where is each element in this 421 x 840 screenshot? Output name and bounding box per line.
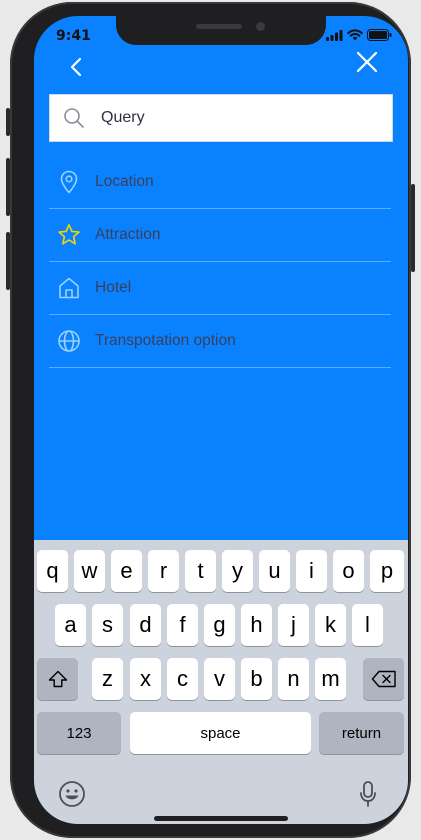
key-m[interactable]: m <box>315 658 346 700</box>
space-key[interactable]: space <box>130 712 311 754</box>
front-camera <box>256 22 265 31</box>
key-e[interactable]: e <box>111 550 142 592</box>
key-b[interactable]: b <box>241 658 272 700</box>
numbers-key[interactable]: 123 <box>37 712 121 754</box>
status-icons <box>326 29 392 41</box>
emoji-icon[interactable] <box>58 780 86 808</box>
category-list: Location Attraction Hotel Transpotation … <box>49 156 391 368</box>
list-item-label: Location <box>95 173 154 190</box>
key-t[interactable]: t <box>185 550 216 592</box>
key-i[interactable]: i <box>296 550 327 592</box>
key-u[interactable]: u <box>259 550 290 592</box>
home-indicator <box>154 816 288 821</box>
volume-down-button <box>6 232 10 290</box>
home-icon <box>59 277 79 299</box>
key-s[interactable]: s <box>92 604 123 646</box>
key-x[interactable]: x <box>130 658 161 700</box>
list-item-hotel[interactable]: Hotel <box>49 262 391 315</box>
search-icon <box>64 108 84 128</box>
key-z[interactable]: z <box>92 658 123 700</box>
list-item-attraction[interactable]: Attraction <box>49 209 391 262</box>
list-item-transportation[interactable]: Transpotation option <box>49 315 391 368</box>
microphone-icon[interactable] <box>359 780 377 808</box>
key-v[interactable]: v <box>204 658 235 700</box>
close-icon[interactable] <box>354 49 380 75</box>
key-a[interactable]: a <box>55 604 86 646</box>
delete-key[interactable] <box>363 658 404 700</box>
shift-key[interactable] <box>37 658 78 700</box>
power-button <box>411 184 415 272</box>
star-icon <box>58 224 80 245</box>
key-n[interactable]: n <box>278 658 309 700</box>
key-g[interactable]: g <box>204 604 235 646</box>
key-c[interactable]: c <box>167 658 198 700</box>
search-bar[interactable] <box>49 94 393 142</box>
key-j[interactable]: j <box>278 604 309 646</box>
list-item-location[interactable]: Location <box>49 156 391 209</box>
list-item-label: Hotel <box>95 279 132 296</box>
mute-switch <box>6 108 10 136</box>
search-input[interactable] <box>99 108 363 128</box>
signal-icon <box>326 29 343 41</box>
list-item-label: Attraction <box>95 226 161 243</box>
key-p[interactable]: p <box>370 550 404 592</box>
shift-arrow-icon <box>48 670 67 688</box>
key-y[interactable]: y <box>222 550 253 592</box>
key-w[interactable]: w <box>74 550 105 592</box>
key-k[interactable]: k <box>315 604 346 646</box>
key-r[interactable]: r <box>148 550 179 592</box>
list-item-label: Transpotation option <box>95 332 236 349</box>
status-time: 9:41 <box>56 28 91 44</box>
wifi-icon <box>347 29 363 41</box>
back-chevron-icon[interactable] <box>66 56 88 78</box>
phone-screen: 9:41 Query Location Attraction Hotel Tra… <box>34 16 408 824</box>
globe-icon <box>58 330 80 352</box>
backspace-icon <box>371 670 396 688</box>
key-o[interactable]: o <box>333 550 364 592</box>
volume-up-button <box>6 158 10 216</box>
speaker-grille <box>196 24 242 29</box>
battery-icon <box>367 29 392 41</box>
notch <box>116 16 326 45</box>
return-key[interactable]: return <box>319 712 404 754</box>
key-h[interactable]: h <box>241 604 272 646</box>
location-pin-icon <box>60 170 78 194</box>
key-q[interactable]: q <box>37 550 68 592</box>
key-f[interactable]: f <box>167 604 198 646</box>
keyboard: q w e r t y u i o p a s d f g h j k l z … <box>34 540 408 824</box>
key-d[interactable]: d <box>130 604 161 646</box>
key-l[interactable]: l <box>352 604 383 646</box>
